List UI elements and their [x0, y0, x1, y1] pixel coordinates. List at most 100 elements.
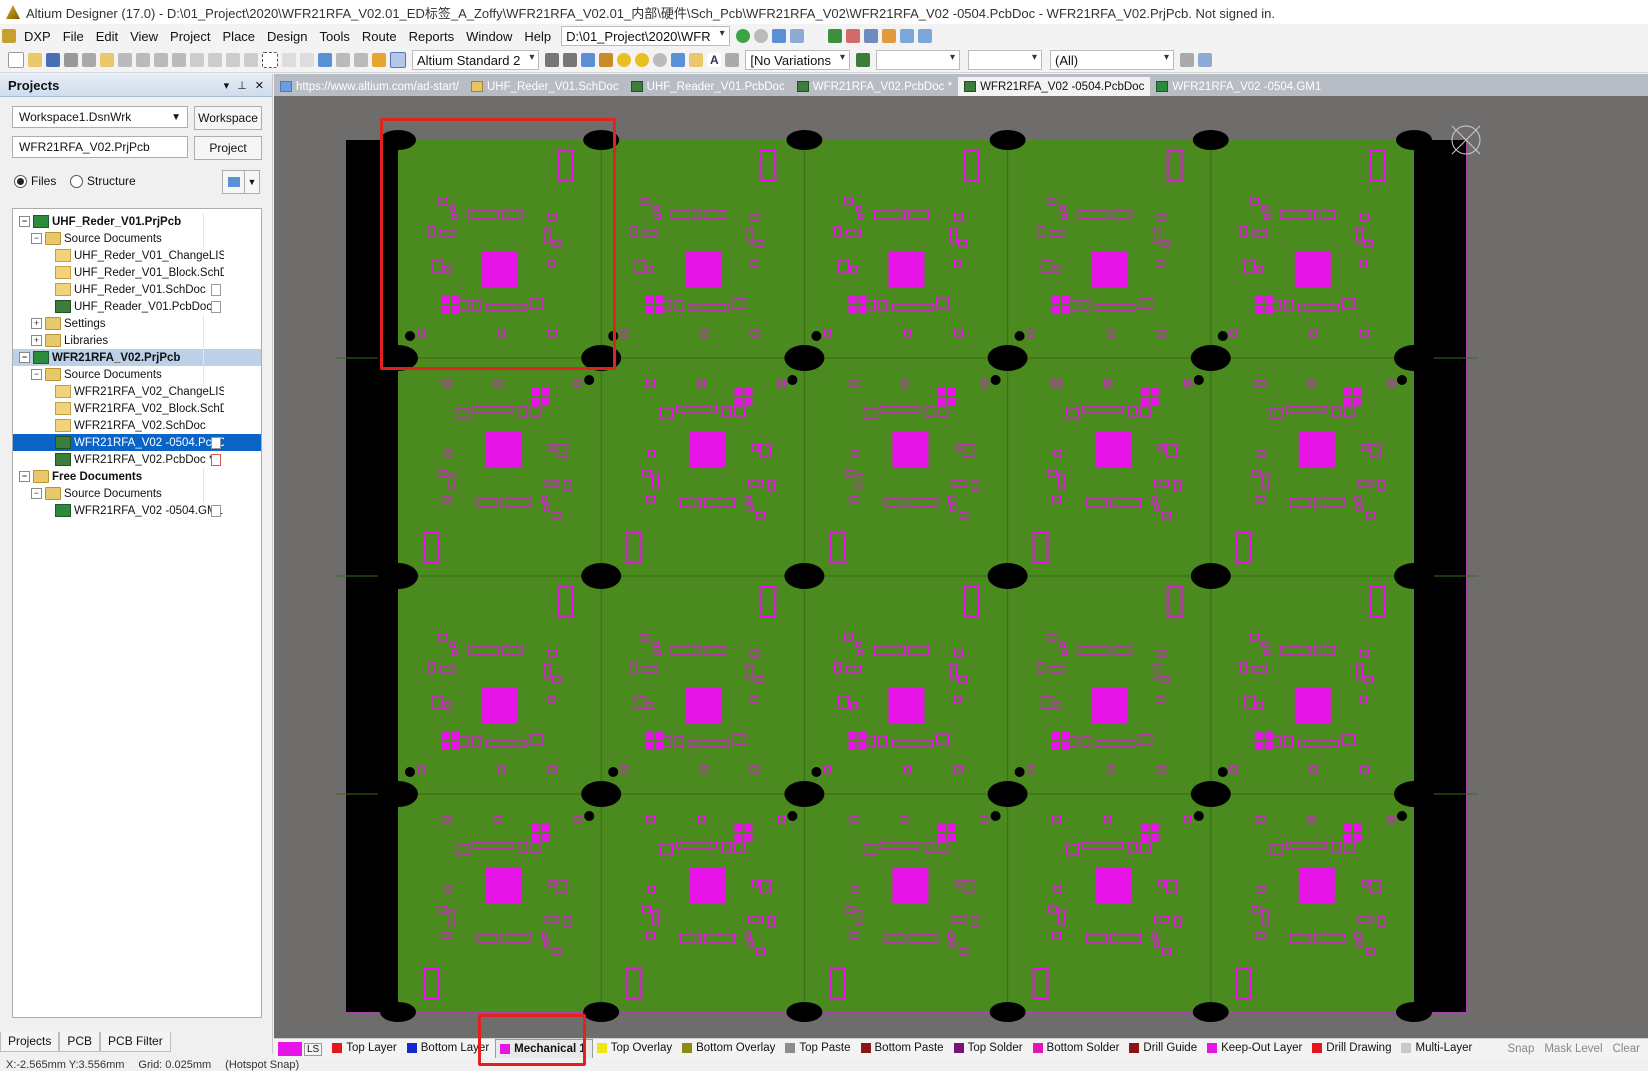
document-tab[interactable]: WFR21RFA_V02.PcbDoc * — [791, 77, 958, 96]
menu-file[interactable]: File — [57, 29, 90, 44]
fill-icon[interactable] — [671, 53, 686, 67]
tree-item[interactable]: − Source Documents — [13, 366, 261, 383]
layer-tab[interactable]: Top Overlay — [593, 1039, 678, 1057]
close-icon[interactable]: ✕ — [255, 79, 264, 92]
tree-item[interactable]: + Settings — [13, 315, 261, 332]
menu-place[interactable]: Place — [217, 29, 262, 44]
tree-item[interactable]: UHF_Reder_V01_ChangeLIST.S — [13, 247, 261, 264]
chart-icon[interactable] — [881, 29, 896, 43]
zoom-selected-icon[interactable] — [154, 53, 168, 67]
polygon-icon[interactable] — [689, 53, 704, 67]
view-config-combo[interactable]: Altium Standard 2 — [412, 50, 540, 70]
view-icon[interactable] — [899, 29, 914, 43]
layer-set-button[interactable]: LS — [274, 1040, 328, 1058]
workspace-select[interactable]: Workspace1.DsnWrk ▼ — [12, 106, 188, 128]
layer-tab[interactable]: Top Solder — [950, 1039, 1029, 1057]
select-area-icon[interactable] — [262, 52, 278, 68]
redo-icon[interactable] — [354, 53, 368, 67]
collapse-icon[interactable]: − — [19, 216, 30, 227]
interactive-route-icon[interactable] — [563, 53, 578, 67]
menu-edit[interactable]: Edit — [90, 29, 124, 44]
tab-projects[interactable]: Projects — [0, 1032, 60, 1052]
filter-combo-1[interactable] — [876, 50, 961, 70]
string-icon[interactable]: A — [707, 53, 722, 67]
home-icon[interactable] — [771, 29, 786, 43]
arc-icon[interactable] — [653, 53, 668, 67]
tree-item[interactable]: WFR21RFA_V02.PcbDoc * — [13, 451, 261, 468]
forward-icon[interactable] — [735, 29, 750, 43]
tree-item[interactable]: − Free Documents — [13, 468, 261, 485]
component-icon[interactable] — [725, 53, 740, 67]
tab-pcb-filter[interactable]: PCB Filter — [100, 1032, 171, 1052]
diff-pair-icon[interactable] — [581, 53, 596, 67]
layer-tab[interactable]: Top Layer — [328, 1039, 403, 1057]
document-tab[interactable]: UHF_Reader_V01.PcbDoc — [625, 77, 791, 96]
clear-filter-toolbar-icon[interactable] — [1198, 53, 1213, 67]
layer-tab[interactable]: Drill Drawing — [1308, 1039, 1397, 1057]
pin-icon[interactable]: ⊥ — [237, 79, 247, 92]
options-dropdown-button[interactable]: ▼ — [244, 170, 260, 194]
project-field[interactable]: WFR21RFA_V02.PrjPcb — [12, 136, 188, 158]
document-tab[interactable]: WFR21RFA_V02 -0504.PcbDoc — [958, 77, 1151, 96]
snap-control[interactable]: Snap — [1507, 1043, 1534, 1055]
back-icon[interactable] — [753, 29, 768, 43]
pad-icon[interactable] — [617, 53, 632, 67]
print-icon[interactable] — [64, 53, 78, 67]
layer-tab[interactable]: Mechanical 1 — [495, 1039, 593, 1059]
preview-icon[interactable] — [82, 53, 96, 67]
document-tab[interactable]: UHF_Reder_V01.SchDoc — [465, 77, 625, 96]
menu-project[interactable]: Project — [164, 29, 216, 44]
filter-combo-2[interactable] — [968, 50, 1043, 70]
tree-item[interactable]: WFR21RFA_V02_Block.SchDoc — [13, 400, 261, 417]
project-options-button[interactable] — [222, 170, 246, 194]
cut-icon[interactable] — [190, 53, 204, 67]
expand-icon[interactable]: + — [31, 335, 42, 346]
files-radio[interactable]: Files — [14, 174, 56, 188]
menu-reports[interactable]: Reports — [403, 29, 461, 44]
toggle-units-icon[interactable] — [390, 52, 406, 68]
report-icon[interactable] — [845, 29, 860, 43]
layer-tab[interactable]: Top Paste — [781, 1039, 856, 1057]
collapse-icon[interactable]: − — [31, 488, 42, 499]
mask-level-control[interactable]: Mask Level — [1544, 1043, 1602, 1055]
pcb-canvas[interactable] — [274, 96, 1648, 1038]
tree-item[interactable]: WFR21RFA_V02_ChangeLIST.S — [13, 383, 261, 400]
collapse-icon[interactable]: − — [19, 352, 30, 363]
paste-icon[interactable] — [226, 53, 240, 67]
menu-view[interactable]: View — [124, 29, 164, 44]
tree-item[interactable]: UHF_Reder_V01.SchDoc — [13, 281, 261, 298]
layer-tab[interactable]: Bottom Paste — [857, 1039, 950, 1057]
save-icon[interactable] — [46, 53, 60, 67]
pcb-board-view[interactable] — [274, 96, 1648, 1038]
hatch-icon[interactable] — [545, 53, 560, 67]
tree-item[interactable]: UHF_Reder_V01_Block.SchDoc — [13, 264, 261, 281]
align-icon[interactable] — [863, 29, 878, 43]
layer-tab[interactable]: Bottom Overlay — [678, 1039, 781, 1057]
workspace-button[interactable]: Workspace — [194, 106, 262, 130]
layer-tab[interactable]: Drill Guide — [1125, 1039, 1203, 1057]
menu-tools[interactable]: Tools — [314, 29, 356, 44]
board-icon[interactable] — [856, 53, 871, 67]
menu-dxp[interactable]: DXP — [18, 29, 57, 44]
route-icon[interactable] — [827, 29, 842, 43]
menu-window[interactable]: Window — [460, 29, 518, 44]
layer-tab[interactable]: Bottom Layer — [403, 1039, 495, 1057]
tree-item[interactable]: − WFR21RFA_V02.PrjPcb — [13, 349, 261, 366]
layer-tab[interactable]: Multi-Layer — [1397, 1039, 1478, 1057]
layer-tab[interactable]: Bottom Solder — [1029, 1039, 1126, 1057]
collapse-icon[interactable]: − — [31, 233, 42, 244]
zoom-area-icon[interactable] — [136, 53, 150, 67]
expand-icon[interactable]: + — [31, 318, 42, 329]
tree-item[interactable]: − Source Documents — [13, 485, 261, 502]
copy-icon[interactable] — [208, 53, 222, 67]
deselect-icon[interactable] — [300, 53, 314, 67]
collapse-icon[interactable]: − — [19, 471, 30, 482]
tree-item[interactable]: WFR21RFA_V02 -0504.GM1 — [13, 502, 261, 519]
menu-design[interactable]: Design — [261, 29, 313, 44]
document-tab[interactable]: WFR21RFA_V02 -0504.GM1 — [1150, 77, 1327, 96]
variations-combo[interactable]: [No Variations — [745, 50, 851, 70]
tree-item[interactable]: UHF_Reader_V01.PcbDoc — [13, 298, 261, 315]
filter-all-combo[interactable]: (All) — [1050, 50, 1175, 70]
zoom-fit-icon[interactable] — [118, 53, 132, 67]
tree-item[interactable]: + Libraries — [13, 332, 261, 349]
